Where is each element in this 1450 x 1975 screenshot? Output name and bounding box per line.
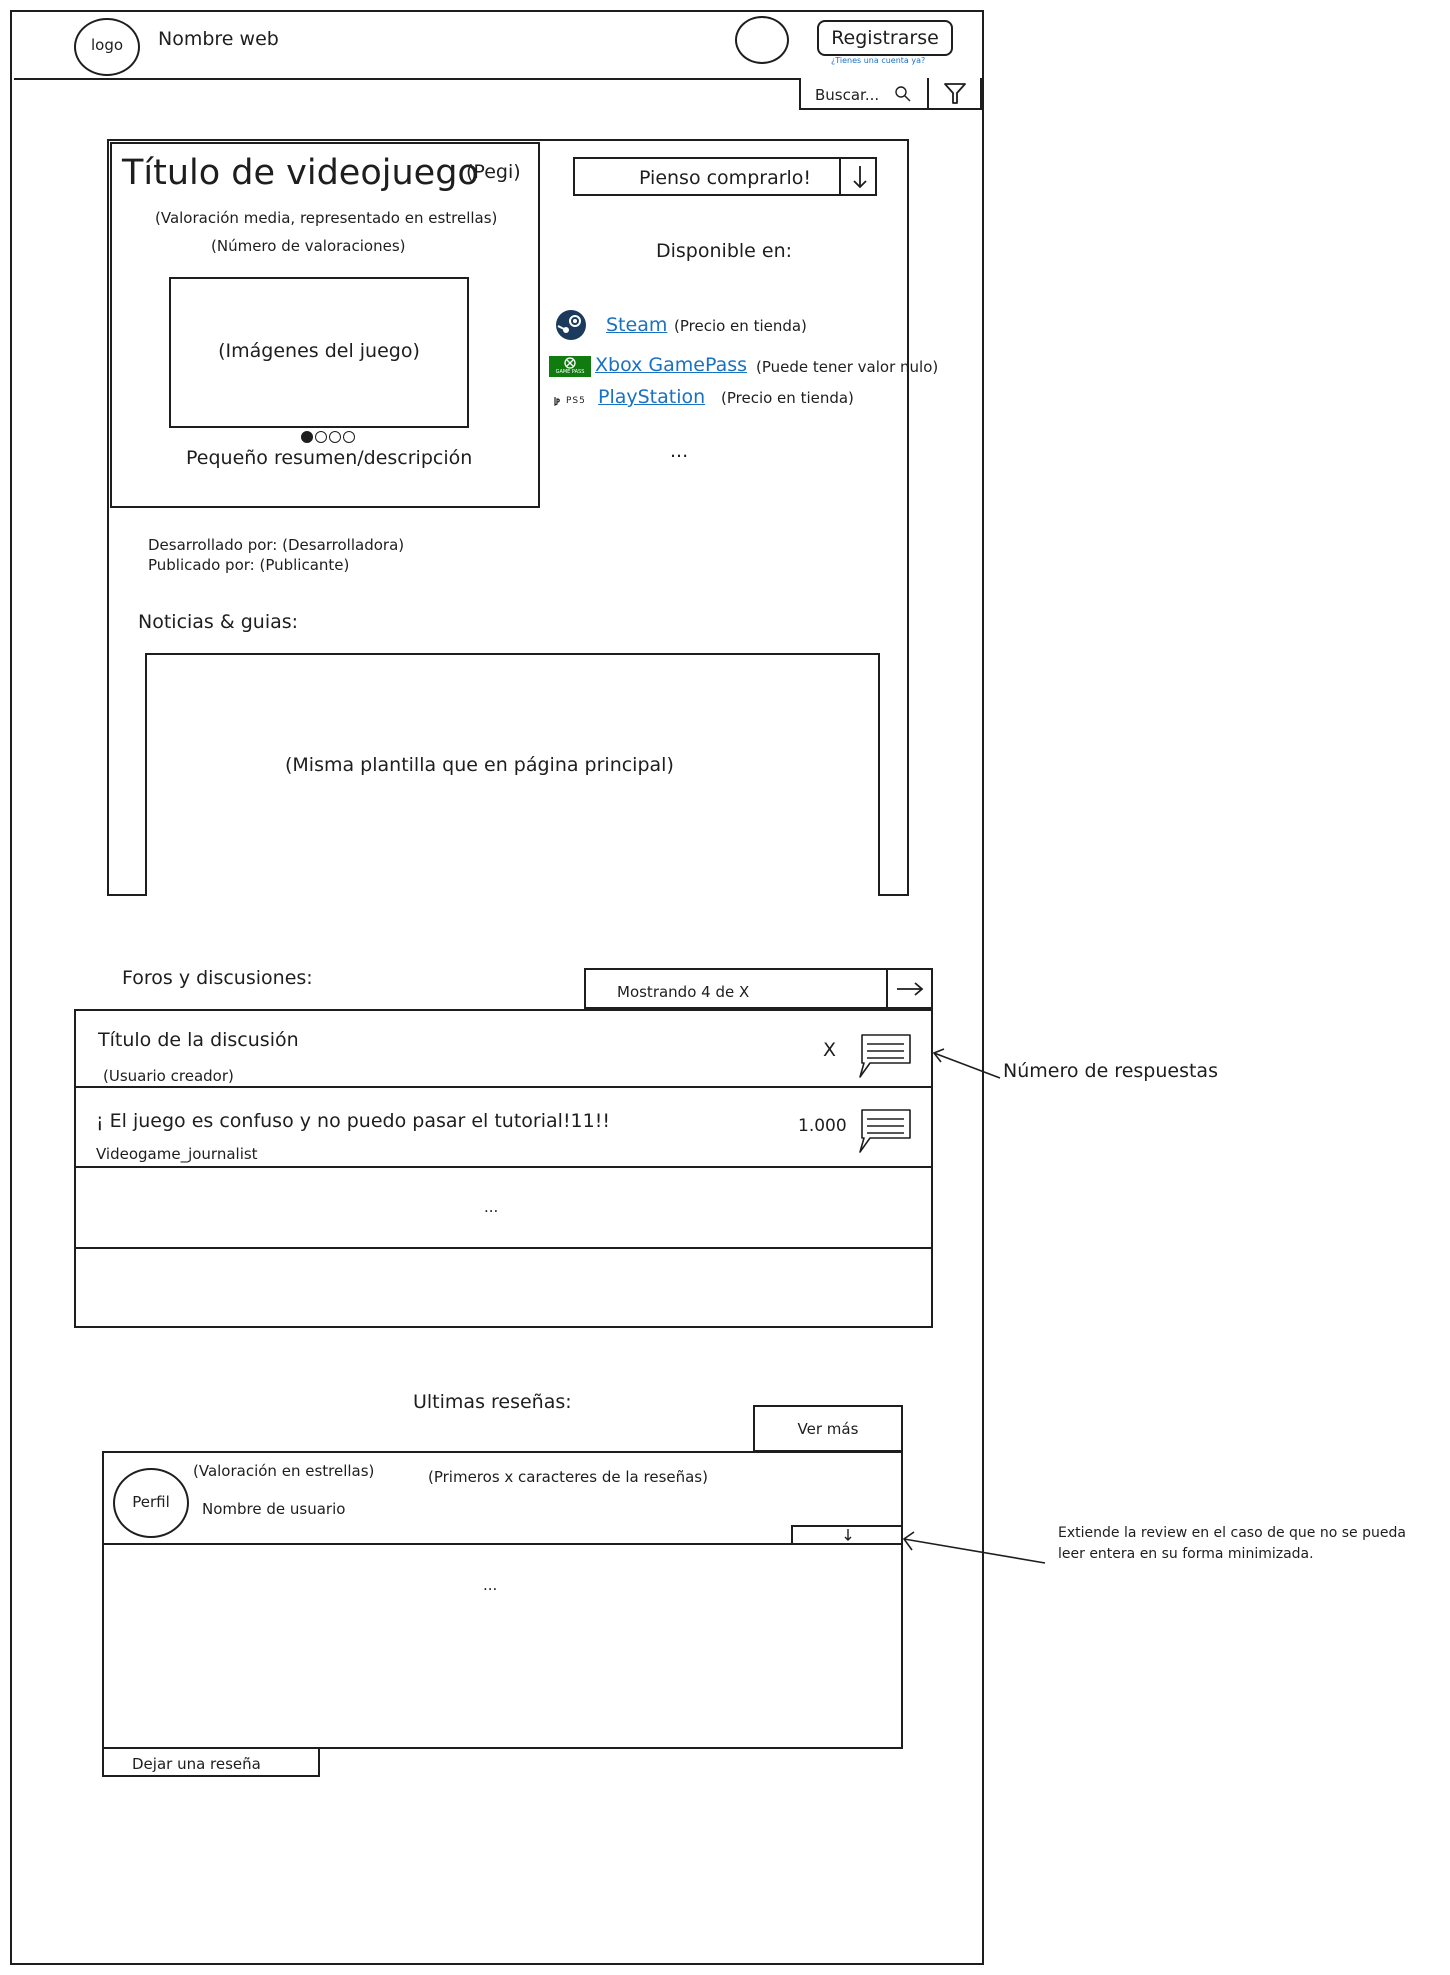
publisher-text: Publicado por: (Publicante) — [148, 556, 350, 574]
list-item[interactable] — [76, 1251, 931, 1326]
playstation-icon: PS5 — [551, 396, 586, 407]
carousel-dot[interactable] — [315, 431, 327, 443]
thread-title[interactable]: Título de la discusión — [98, 1029, 299, 1052]
reviews-panel — [102, 1451, 903, 1749]
game-images-label: (Imágenes del juego) — [218, 340, 420, 362]
list-item[interactable]: ¡ El juego es confuso y no puedo pasar e… — [76, 1090, 931, 1168]
reply-count: 1.000 — [798, 1116, 847, 1136]
filter-icon — [943, 81, 967, 105]
list-item[interactable]: Título de la discusión (Usuario creador)… — [76, 1011, 931, 1088]
register-button[interactable]: Registrarse — [817, 20, 953, 56]
review-excerpt: (Primeros x caracteres de la reseñas) — [428, 1468, 708, 1486]
xbox-gamepass-icon: GAME PASS — [549, 356, 591, 377]
comment-icon — [852, 1108, 912, 1154]
reply-count: X — [823, 1039, 837, 1061]
leave-review-label: Dejar una reseña — [132, 1755, 261, 1773]
avatar-label: Perfil — [132, 1493, 170, 1511]
store-link-steam[interactable]: Steam — [606, 314, 667, 337]
news-container: (Misma plantilla que en página principal… — [145, 653, 880, 896]
dropdown-divider — [839, 159, 841, 194]
store-link-playstation[interactable]: PlayStation — [598, 386, 705, 409]
see-more-button[interactable]: Ver más — [753, 1405, 903, 1452]
playstation-icon-text: PS5 — [566, 396, 586, 406]
register-label: Registrarse — [831, 27, 939, 49]
carousel-dots[interactable] — [301, 431, 355, 443]
store-price-steam: (Precio en tienda) — [674, 317, 807, 335]
news-label: Noticias & guias: — [138, 611, 299, 633]
avatar[interactable]: Perfil — [113, 1468, 189, 1538]
reviews-more: ... — [483, 1576, 498, 1594]
rating-stars: (Valoración media, representado en estre… — [155, 209, 498, 227]
thread-author[interactable]: (Usuario creador) — [103, 1067, 234, 1085]
store-price-playstation: (Precio en tienda) — [721, 389, 854, 407]
annotation-expand-line1: Extiende la review en el caso de que no … — [1058, 1525, 1406, 1541]
game-summary: Pequeño resumen/descripción — [186, 447, 473, 469]
site-name[interactable]: Nombre web — [158, 28, 279, 51]
annotation-expand-line2: leer entera en su forma minimizada. — [1058, 1546, 1314, 1562]
list-item[interactable]: ... — [76, 1170, 931, 1249]
review-stars: (Valoración en estrellas) — [193, 1462, 375, 1480]
annotation-arrow — [900, 1526, 1048, 1566]
search-placeholder: Buscar... — [815, 86, 880, 104]
wishlist-dropdown[interactable]: Pienso comprarlo! — [573, 157, 877, 196]
reviews-label: Ultimas reseñas: — [413, 1391, 572, 1413]
wishlist-label: Pienso comprarlo! — [639, 167, 812, 189]
thread-title[interactable]: ¡ El juego es confuso y no puedo pasar e… — [96, 1110, 610, 1133]
carousel-dot[interactable] — [343, 431, 355, 443]
available-label: Disponible en: — [656, 240, 793, 262]
news-placeholder: (Misma plantilla que en página principal… — [285, 754, 674, 776]
pegi-badge: (Pegi) — [466, 161, 521, 183]
store-link-xbox[interactable]: Xbox GamePass — [595, 354, 747, 377]
login-link[interactable]: ¿Tienes una cuenta ya? — [831, 56, 925, 66]
annotation-replies: Número de respuestas — [1003, 1060, 1218, 1082]
xbox-gamepass-icon-text: GAME PASS — [555, 369, 585, 375]
logo-label: logo — [90, 36, 124, 54]
thread-author[interactable]: Videogame_journalist — [96, 1145, 258, 1163]
forums-showing: Mostrando 4 de X — [617, 983, 750, 1001]
arrow-right-icon — [895, 979, 925, 999]
forums-label: Foros y discusiones: — [122, 967, 313, 989]
filter-button[interactable] — [927, 78, 982, 110]
store-price-xbox: (Puede tener valor nulo) — [756, 358, 939, 376]
stores-more: ... — [670, 440, 689, 462]
annotation-arrow — [930, 1045, 1002, 1085]
carousel-dot[interactable] — [329, 431, 341, 443]
game-images[interactable]: (Imágenes del juego) — [169, 277, 469, 428]
carousel-dot-active[interactable] — [301, 431, 313, 443]
expand-review-button[interactable] — [791, 1525, 903, 1545]
search-icon[interactable] — [893, 84, 913, 104]
logo[interactable]: logo — [74, 18, 140, 76]
forums-more: ... — [484, 1198, 499, 1216]
forums-pagination: Mostrando 4 de X — [584, 968, 888, 1009]
leave-review-button[interactable]: Dejar una reseña — [102, 1747, 320, 1777]
see-more-label: Ver más — [797, 1420, 859, 1438]
review-username[interactable]: Nombre de usuario — [202, 1500, 345, 1518]
chevron-down-icon — [842, 1527, 854, 1543]
review-divider — [104, 1543, 901, 1545]
game-title: Título de videojuego — [122, 153, 479, 193]
steam-icon — [555, 309, 587, 341]
avatar[interactable] — [735, 16, 789, 64]
chevron-down-icon[interactable] — [849, 163, 871, 191]
search-input[interactable]: Buscar... — [799, 78, 929, 110]
comment-icon — [852, 1033, 912, 1079]
rating-count: (Número de valoraciones) — [211, 237, 406, 255]
developer-text: Desarrollado por: (Desarrolladora) — [148, 536, 405, 554]
forums-next-button[interactable] — [886, 968, 933, 1009]
